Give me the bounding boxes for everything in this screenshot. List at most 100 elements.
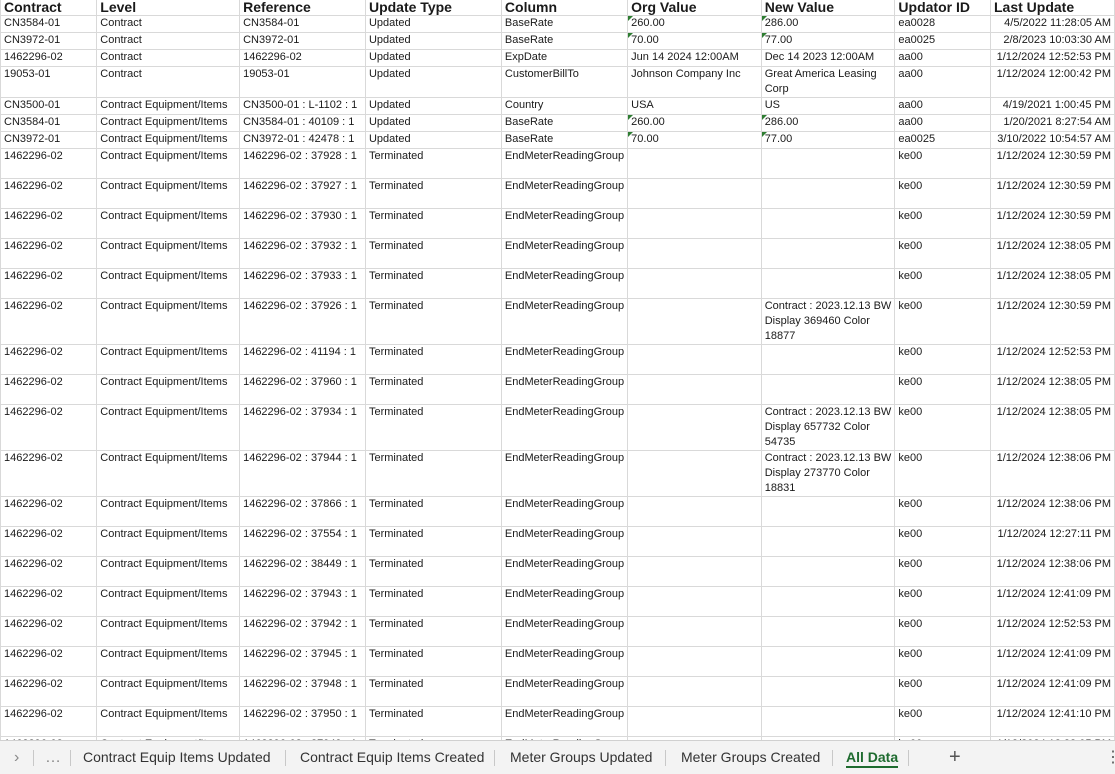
chevron-right-icon[interactable]: › (14, 741, 19, 774)
cell-update-type[interactable]: Terminated (364, 267, 502, 299)
table-row[interactable]: 1462296-02Contract Equipment/Items146229… (0, 585, 1115, 617)
cell-updator-id[interactable]: ke00 (894, 403, 991, 451)
cell-contract[interactable]: CN3500-01 (0, 96, 98, 115)
cell-update-type[interactable]: Updated (364, 130, 502, 149)
cell-contract[interactable]: 1462296-02 (0, 48, 98, 67)
cell-level[interactable]: Contract Equipment/Items (96, 403, 241, 451)
cell-new-value[interactable] (760, 555, 896, 587)
cell-contract[interactable]: 1462296-02 (0, 147, 98, 179)
cell-reference[interactable]: 1462296-02 : 37950 : 1 (239, 705, 366, 737)
table-row[interactable]: 1462296-02Contract Equipment/Items146229… (0, 449, 1115, 497)
cell-last-update[interactable]: 1/12/2024 12:38:06 PM (990, 449, 1115, 497)
cell-org-value[interactable]: Jun 14 2024 12:00AM (627, 48, 762, 67)
cell-update-type[interactable]: Updated (364, 96, 502, 115)
cell-org-value[interactable]: 260.00 (627, 113, 762, 132)
cell-last-update[interactable]: 1/12/2024 12:52:53 PM (990, 343, 1115, 375)
cell-updator-id[interactable]: ke00 (894, 297, 991, 345)
cell-contract[interactable]: 1462296-02 (0, 555, 98, 587)
cell-contract[interactable]: 1462296-02 (0, 403, 98, 451)
tab-meter-groups-updated[interactable]: Meter Groups Updated (510, 741, 652, 774)
cell-last-update[interactable]: 1/12/2024 12:41:09 PM (990, 645, 1115, 677)
table-row[interactable]: 1462296-02Contract Equipment/Items146229… (0, 645, 1115, 677)
table-row[interactable]: 1462296-02Contract Equipment/Items146229… (0, 267, 1115, 299)
cell-level[interactable]: Contract Equipment/Items (96, 267, 241, 299)
cell-updator-id[interactable]: aa00 (894, 48, 991, 67)
cell-reference[interactable]: 1462296-02 : 37930 : 1 (239, 207, 366, 239)
cell-org-value[interactable] (627, 403, 762, 451)
cell-reference[interactable]: 1462296-02 : 37960 : 1 (239, 373, 366, 405)
table-row[interactable]: 1462296-02Contract Equipment/Items146229… (0, 237, 1115, 269)
cell-reference[interactable]: 1462296-02 : 37554 : 1 (239, 525, 366, 557)
cell-new-value[interactable]: Dec 14 2023 12:00AM (760, 48, 896, 67)
column-header-contract[interactable]: Contract (0, 0, 98, 16)
cell-column[interactable]: BaseRate (500, 113, 629, 132)
cell-last-update[interactable]: 1/12/2024 12:38:05 PM (990, 403, 1115, 451)
cell-update-type[interactable]: Updated (364, 113, 502, 132)
cell-reference[interactable]: CN3972-01 (239, 31, 366, 50)
cell-update-type[interactable]: Terminated (364, 207, 502, 239)
column-header-last-update[interactable]: Last Update (990, 0, 1115, 16)
cell-reference[interactable]: CN3584-01 (239, 14, 366, 33)
cell-last-update[interactable]: 1/12/2024 12:30:59 PM (990, 147, 1115, 179)
cell-updator-id[interactable]: ke00 (894, 495, 991, 527)
cell-contract[interactable]: 1462296-02 (0, 585, 98, 617)
table-row[interactable]: 1462296-02Contract Equipment/Items146229… (0, 675, 1115, 707)
cell-last-update[interactable]: 1/12/2024 12:30:59 PM (990, 177, 1115, 209)
cell-last-update[interactable]: 1/12/2024 12:41:09 PM (990, 675, 1115, 707)
cell-reference[interactable]: 1462296-02 : 38449 : 1 (239, 555, 366, 587)
cell-new-value[interactable] (760, 675, 896, 707)
cell-new-value[interactable]: 77.00 (760, 130, 896, 149)
cell-org-value[interactable] (627, 525, 762, 557)
cell-reference[interactable]: 1462296-02 : 37932 : 1 (239, 237, 366, 269)
cell-updator-id[interactable]: ke00 (894, 675, 991, 707)
cell-updator-id[interactable]: ea0025 (894, 31, 991, 50)
table-row[interactable]: 1462296-02Contract Equipment/Items146229… (0, 297, 1115, 345)
cell-level[interactable]: Contract Equipment/Items (96, 555, 241, 587)
cell-org-value[interactable]: 260.00 (627, 14, 762, 33)
cell-updator-id[interactable]: ke00 (894, 615, 991, 647)
cell-contract[interactable]: 19053-01 (0, 65, 98, 98)
cell-org-value[interactable] (627, 267, 762, 299)
cell-level[interactable]: Contract Equipment/Items (96, 113, 241, 132)
cell-level[interactable]: Contract Equipment/Items (96, 373, 241, 405)
cell-new-value[interactable] (760, 615, 896, 647)
cell-level[interactable]: Contract Equipment/Items (96, 177, 241, 209)
cell-contract[interactable]: CN3584-01 (0, 113, 98, 132)
cell-column[interactable]: EndMeterReadingGroup (500, 615, 629, 647)
cell-new-value[interactable]: 286.00 (760, 14, 896, 33)
cell-updator-id[interactable]: ke00 (894, 237, 991, 269)
table-row[interactable]: CN3972-01 Contract CN3972-01 Updated BaseRat… (0, 31, 1115, 50)
table-row[interactable]: 1462296-02Contract Equipment/Items146229… (0, 525, 1115, 557)
cell-update-type[interactable]: Updated (364, 65, 502, 98)
cell-org-value[interactable] (627, 645, 762, 677)
cell-org-value[interactable]: 70.00 (627, 130, 762, 149)
cell-column[interactable]: EndMeterReadingGroup (500, 343, 629, 375)
cell-level[interactable]: Contract Equipment/Items (96, 96, 241, 115)
cell-last-update[interactable]: 3/10/2022 10:54:57 AM (990, 130, 1115, 149)
cell-contract[interactable]: 1462296-02 (0, 207, 98, 239)
cell-update-type[interactable]: Updated (364, 31, 502, 50)
tab-meter-groups-created[interactable]: Meter Groups Created (681, 741, 820, 774)
cell-last-update[interactable]: 1/20/2021 8:27:54 AM (990, 113, 1115, 132)
cell-reference[interactable]: 1462296-02 : 37926 : 1 (239, 297, 366, 345)
table-row[interactable]: 1462296-02Contract Equipment/Items146229… (0, 555, 1115, 587)
cell-reference[interactable]: 1462296-02 : 37933 : 1 (239, 267, 366, 299)
cell-org-value[interactable] (627, 495, 762, 527)
cell-column[interactable]: EndMeterReadingGroup (500, 495, 629, 527)
column-header-level[interactable]: Level (96, 0, 241, 16)
column-header-reference[interactable]: Reference (239, 0, 366, 16)
cell-updator-id[interactable]: ke00 (894, 705, 991, 737)
cell-update-type[interactable]: Terminated (364, 645, 502, 677)
cell-reference[interactable]: 1462296-02 : 37943 : 1 (239, 585, 366, 617)
cell-level[interactable]: Contract Equipment/Items (96, 297, 241, 345)
cell-new-value[interactable] (760, 495, 896, 527)
column-header-column[interactable]: Column (500, 0, 629, 16)
cell-reference[interactable]: CN3972-01 : 42478 : 1 (239, 130, 366, 149)
cell-contract[interactable]: CN3972-01 (0, 31, 98, 50)
cell-column[interactable]: EndMeterReadingGroup (500, 373, 629, 405)
cell-update-type[interactable]: Updated (364, 14, 502, 33)
cell-org-value[interactable] (627, 449, 762, 497)
cell-level[interactable]: Contract Equipment/Items (96, 615, 241, 647)
cell-update-type[interactable]: Terminated (364, 675, 502, 707)
cell-reference[interactable]: 1462296-02 : 37866 : 1 (239, 495, 366, 527)
